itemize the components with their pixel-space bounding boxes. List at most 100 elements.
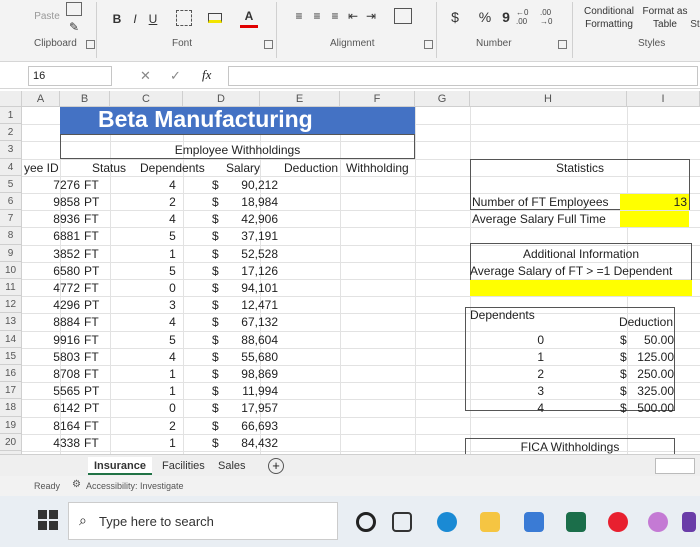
row-header-8[interactable]: 8: [0, 227, 22, 245]
currency-button[interactable]: $: [448, 8, 462, 26]
deduction-header[interactable]: Deduction: [600, 314, 673, 331]
row-header-18[interactable]: 18: [0, 399, 22, 417]
employee-status[interactable]: FT: [84, 332, 108, 349]
increase-indent-icon[interactable]: ⇥: [364, 8, 378, 24]
employee-id[interactable]: 3852: [22, 246, 80, 263]
employee-status[interactable]: FT: [84, 435, 108, 452]
conditional-formatting-button[interactable]: Conditional Formatting: [578, 2, 640, 34]
employee-dependents[interactable]: 2: [150, 194, 195, 211]
align-left-icon[interactable]: ≡: [292, 8, 306, 24]
search-box[interactable]: ⌕ Type here to search: [68, 502, 338, 540]
store-icon[interactable]: [524, 512, 544, 532]
employee-status[interactable]: PT: [84, 400, 108, 417]
alignment-launcher-icon[interactable]: [424, 40, 433, 49]
employee-id[interactable]: 4772: [22, 280, 80, 297]
employee-salary[interactable]: 94,101: [222, 280, 278, 297]
font-launcher-icon[interactable]: [264, 40, 273, 49]
format-painter-icon[interactable]: ✎: [66, 20, 82, 34]
add-sheet-button[interactable]: +: [268, 458, 284, 474]
employee-salary[interactable]: 67,132: [222, 314, 278, 331]
additional-value-cell[interactable]: [470, 280, 692, 297]
employee-status[interactable]: FT: [84, 418, 108, 435]
merge-center-icon[interactable]: [394, 8, 412, 24]
font-color-button[interactable]: A: [240, 6, 258, 28]
employee-id[interactable]: 6881: [22, 228, 80, 245]
row-header-17[interactable]: 17: [0, 382, 22, 400]
row-header-10[interactable]: 10: [0, 261, 22, 279]
employee-id[interactable]: 7276: [22, 177, 80, 194]
row-header-19[interactable]: 19: [0, 416, 22, 434]
row-header-7[interactable]: 7: [0, 210, 22, 228]
employee-salary[interactable]: 52,528: [222, 246, 278, 263]
tab-sales[interactable]: Sales: [212, 457, 252, 475]
employee-status[interactable]: FT: [84, 280, 108, 297]
employee-id[interactable]: 8936: [22, 211, 80, 228]
task-view-icon[interactable]: [392, 512, 412, 532]
employee-salary[interactable]: 17,957: [222, 400, 278, 417]
employee-dependents[interactable]: 0: [150, 400, 195, 417]
employee-salary[interactable]: 11,994: [222, 383, 278, 400]
row-header-2[interactable]: 2: [0, 124, 22, 142]
cortana-icon[interactable]: [356, 512, 376, 532]
employee-dependents[interactable]: 0: [150, 280, 195, 297]
employee-dependents[interactable]: 1: [150, 246, 195, 263]
stat-avg-label[interactable]: Average Salary Full Time: [472, 211, 632, 228]
employee-dependents[interactable]: 5: [150, 332, 195, 349]
row-header-12[interactable]: 12: [0, 296, 22, 314]
row-header-14[interactable]: 14: [0, 330, 22, 348]
employee-status[interactable]: FT: [84, 349, 108, 366]
employee-salary[interactable]: 12,471: [222, 297, 278, 314]
underline-button[interactable]: U: [146, 10, 160, 28]
file-explorer-icon[interactable]: [480, 512, 500, 532]
employee-status[interactable]: FT: [84, 366, 108, 383]
deduction-dependents[interactable]: 0: [500, 332, 544, 349]
header-dependents[interactable]: Dependents: [140, 160, 210, 177]
employee-id[interactable]: 8884: [22, 314, 80, 331]
tab-facilities[interactable]: Facilities: [156, 457, 211, 475]
employee-salary[interactable]: 84,432: [222, 435, 278, 452]
employee-dependents[interactable]: 4: [150, 349, 195, 366]
align-center-icon[interactable]: ≡: [310, 8, 324, 24]
deduction-amount[interactable]: 325.00: [628, 383, 674, 400]
deduction-dependents[interactable]: 3: [500, 383, 544, 400]
name-box[interactable]: 16: [28, 66, 112, 86]
stat-ft-value[interactable]: 13: [620, 194, 687, 211]
employee-id[interactable]: 5565: [22, 383, 80, 400]
statistics-title[interactable]: Statistics: [470, 160, 690, 177]
column-header-i[interactable]: I: [627, 91, 700, 107]
employee-dependents[interactable]: 1: [150, 366, 195, 383]
employee-id[interactable]: 4338: [22, 435, 80, 452]
deduction-dependents[interactable]: 4: [500, 400, 544, 417]
select-all-corner[interactable]: [0, 91, 22, 107]
employee-id[interactable]: 9858: [22, 194, 80, 211]
employee-status[interactable]: PT: [84, 383, 108, 400]
row-header-16[interactable]: 16: [0, 365, 22, 383]
comma-button[interactable]: 9: [500, 8, 512, 26]
employee-salary[interactable]: 42,906: [222, 211, 278, 228]
opera-icon[interactable]: [608, 512, 628, 532]
paste-button[interactable]: Paste: [30, 6, 64, 26]
format-as-table-button[interactable]: Format as Table: [640, 2, 690, 34]
italic-button[interactable]: I: [128, 10, 142, 28]
employee-salary[interactable]: 90,212: [222, 177, 278, 194]
employee-dependents[interactable]: 4: [150, 211, 195, 228]
employee-dependents[interactable]: 3: [150, 297, 195, 314]
horizontal-scrollbar[interactable]: [655, 458, 695, 474]
employee-salary[interactable]: 88,604: [222, 332, 278, 349]
fill-color-icon[interactable]: [206, 9, 224, 27]
borders-icon[interactable]: [176, 10, 192, 26]
column-header-f[interactable]: F: [340, 91, 415, 107]
app2-icon[interactable]: [648, 512, 668, 532]
row-header-9[interactable]: 9: [0, 244, 22, 262]
row-header-15[interactable]: 15: [0, 347, 22, 365]
employee-salary[interactable]: 66,693: [222, 418, 278, 435]
employee-salary[interactable]: 17,126: [222, 263, 278, 280]
enter-icon[interactable]: ✓: [170, 68, 181, 84]
accessibility-status[interactable]: Accessibility: Investigate: [86, 481, 184, 491]
employee-salary[interactable]: 37,191: [222, 228, 278, 245]
row-header-1[interactable]: 1: [0, 107, 22, 125]
header-withholding[interactable]: Withholding: [346, 160, 416, 177]
employee-dependents[interactable]: 5: [150, 263, 195, 280]
employee-status[interactable]: FT: [84, 246, 108, 263]
employee-dependents[interactable]: 2: [150, 418, 195, 435]
